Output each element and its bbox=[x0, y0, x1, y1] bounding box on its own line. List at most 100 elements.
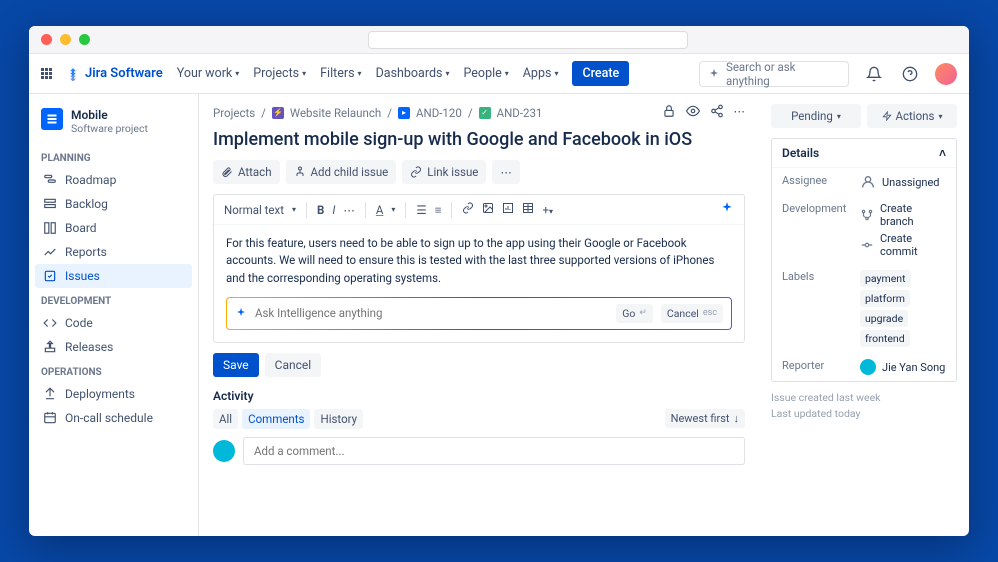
roadmap-icon bbox=[43, 173, 57, 187]
activity-heading: Activity bbox=[213, 389, 745, 403]
insert-chart-button[interactable] bbox=[502, 202, 514, 217]
description-text[interactable]: For this feature, users need to be able … bbox=[214, 225, 744, 297]
sidebar-item-issues[interactable]: Issues bbox=[35, 264, 192, 288]
reporter-avatar bbox=[860, 359, 876, 375]
nav-dashboards[interactable]: Dashboards▾ bbox=[376, 66, 450, 81]
maximize-window-icon[interactable] bbox=[79, 34, 90, 45]
issue-meta: Issue created last week Last updated tod… bbox=[771, 390, 957, 422]
activity-section: Activity All Comments History Newest fir… bbox=[213, 389, 745, 465]
number-list-button[interactable]: ≡ bbox=[435, 203, 442, 217]
insert-more-button[interactable]: +▾ bbox=[542, 203, 553, 217]
close-window-icon[interactable] bbox=[41, 34, 52, 45]
sort-button[interactable]: Newest first↓ bbox=[665, 409, 745, 428]
breadcrumb-parent[interactable]: AND-120 bbox=[416, 106, 462, 120]
tab-history[interactable]: History bbox=[314, 409, 363, 429]
nav-people[interactable]: People▾ bbox=[464, 66, 509, 81]
link-issue-button[interactable]: Link issue bbox=[402, 160, 486, 184]
details-header[interactable]: Details˄ bbox=[772, 139, 956, 168]
create-button[interactable]: Create bbox=[572, 61, 629, 86]
minimize-window-icon[interactable] bbox=[60, 34, 71, 45]
releases-icon bbox=[43, 340, 57, 354]
code-icon bbox=[43, 316, 57, 330]
attach-icon bbox=[221, 166, 233, 178]
breadcrumb: Projects/ ⚡ Website Relaunch/ ▸ AND-120/… bbox=[213, 104, 745, 121]
tab-all[interactable]: All bbox=[213, 409, 238, 429]
actions-dropdown[interactable]: Actions▾ bbox=[867, 104, 957, 128]
browser-url-bar[interactable] bbox=[368, 31, 688, 49]
comment-avatar bbox=[213, 440, 235, 462]
bolt-icon bbox=[882, 111, 892, 121]
ai-cancel-button[interactable]: Cancelesc bbox=[661, 304, 723, 323]
sidebar-item-roadmap[interactable]: Roadmap bbox=[35, 168, 192, 192]
create-commit-link[interactable]: Create commit bbox=[860, 232, 946, 258]
board-icon bbox=[43, 221, 57, 235]
nav-projects[interactable]: Projects▾ bbox=[253, 66, 306, 81]
text-style-dropdown[interactable]: Normal text▾ bbox=[224, 203, 296, 217]
italic-button[interactable]: I bbox=[332, 203, 335, 217]
sidebar-group-operations: OPERATIONS bbox=[35, 359, 192, 382]
app-switcher-icon[interactable] bbox=[41, 68, 52, 79]
share-icon[interactable] bbox=[710, 104, 724, 121]
sidebar-item-releases[interactable]: Releases bbox=[35, 335, 192, 359]
save-button[interactable]: Save bbox=[213, 353, 259, 377]
reporter-value[interactable]: Jie Yan Song bbox=[860, 359, 946, 375]
issue-title[interactable]: Implement mobile sign-up with Google and… bbox=[213, 129, 745, 150]
insert-link-button[interactable] bbox=[462, 202, 474, 217]
project-header[interactable]: MobileSoftware project bbox=[35, 104, 192, 139]
insert-image-button[interactable] bbox=[482, 202, 494, 217]
sidebar-group-development: DEVELOPMENT bbox=[35, 288, 192, 311]
attach-button[interactable]: Attach bbox=[213, 160, 280, 184]
ai-go-button[interactable]: Go↵ bbox=[616, 304, 653, 323]
labels-value[interactable]: payment platform upgrade frontend bbox=[860, 270, 946, 347]
user-avatar[interactable] bbox=[935, 63, 957, 85]
sidebar-item-board[interactable]: Board bbox=[35, 216, 192, 240]
story-icon: ✓ bbox=[479, 107, 491, 119]
sparkle-icon bbox=[708, 68, 720, 80]
nav-filters[interactable]: Filters▾ bbox=[320, 66, 361, 81]
reports-icon bbox=[43, 245, 57, 259]
app-window: Jira Software Your work▾ Projects▾ Filte… bbox=[29, 26, 969, 536]
cancel-button[interactable]: Cancel bbox=[265, 353, 322, 377]
oncall-icon bbox=[43, 411, 57, 425]
comment-input[interactable] bbox=[243, 437, 745, 465]
status-dropdown[interactable]: Pending▾ bbox=[771, 104, 861, 128]
add-child-button[interactable]: Add child issue bbox=[286, 160, 397, 184]
epic-icon: ⚡ bbox=[272, 107, 284, 119]
nav-apps[interactable]: Apps▾ bbox=[523, 66, 559, 81]
watch-icon[interactable] bbox=[686, 104, 700, 121]
commit-icon bbox=[860, 238, 874, 252]
notifications-icon[interactable] bbox=[863, 63, 885, 85]
sidebar-item-code[interactable]: Code bbox=[35, 311, 192, 335]
bullet-list-button[interactable]: ☰ bbox=[416, 203, 426, 217]
sidebar-item-reports[interactable]: Reports bbox=[35, 240, 192, 264]
more-actions-button[interactable]: ⋯ bbox=[492, 160, 520, 184]
child-icon bbox=[294, 166, 306, 178]
sidebar-group-planning: PLANNING bbox=[35, 145, 192, 168]
global-search[interactable]: Search or ask anything bbox=[699, 61, 849, 87]
jira-brand[interactable]: Jira Software bbox=[66, 66, 163, 81]
help-icon[interactable] bbox=[899, 63, 921, 85]
main-content: Projects/ ⚡ Website Relaunch/ ▸ AND-120/… bbox=[199, 94, 759, 536]
sidebar-item-oncall[interactable]: On-call schedule bbox=[35, 406, 192, 430]
tab-comments[interactable]: Comments bbox=[242, 409, 310, 429]
create-branch-link[interactable]: Create branch bbox=[860, 202, 946, 228]
breadcrumb-key[interactable]: AND-231 bbox=[497, 106, 543, 120]
breadcrumb-project[interactable]: Website Relaunch bbox=[290, 106, 381, 120]
breadcrumb-projects[interactable]: Projects bbox=[213, 106, 255, 120]
more-icon[interactable]: ⋯ bbox=[734, 104, 746, 121]
ai-prompt-input[interactable] bbox=[255, 306, 608, 320]
bold-button[interactable]: B bbox=[317, 203, 324, 217]
more-format-button[interactable]: ⋯ bbox=[343, 203, 355, 217]
ai-input-bar[interactable]: Go↵ Cancelesc bbox=[226, 297, 732, 330]
nav-your-work[interactable]: Your work▾ bbox=[177, 66, 240, 81]
development-label: Development bbox=[782, 202, 852, 258]
story-parent-icon: ▸ bbox=[398, 107, 410, 119]
sidebar-item-deployments[interactable]: Deployments bbox=[35, 382, 192, 406]
insert-table-button[interactable] bbox=[522, 202, 534, 217]
assignee-value[interactable]: Unassigned bbox=[860, 174, 946, 190]
text-color-button[interactable]: A bbox=[376, 203, 384, 217]
reporter-label: Reporter bbox=[782, 359, 852, 375]
lock-icon[interactable] bbox=[662, 104, 676, 121]
sidebar-item-backlog[interactable]: Backlog bbox=[35, 192, 192, 216]
ai-toolbar-icon[interactable] bbox=[720, 201, 734, 218]
